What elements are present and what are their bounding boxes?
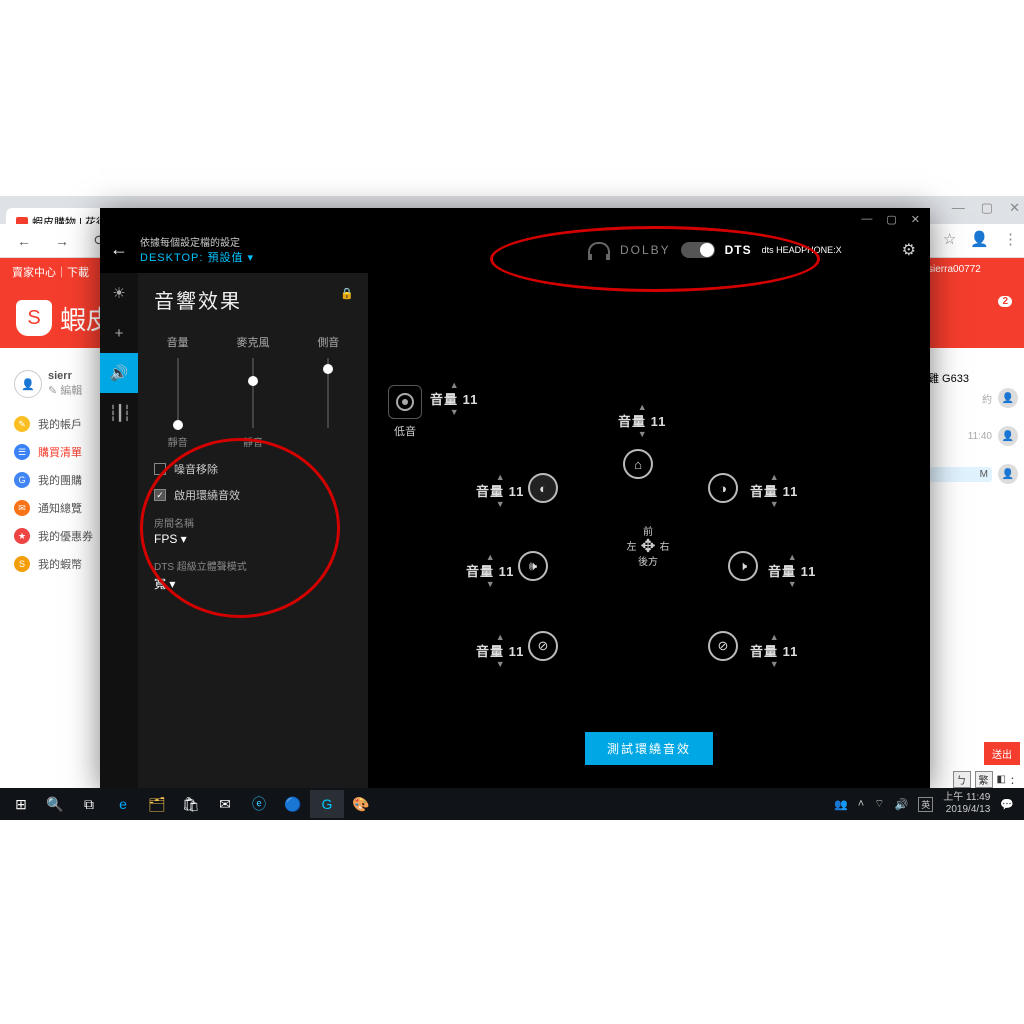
windows-taskbar[interactable]: ⊞ 🔍 ⧉ e 🗂 🛍 ✉ ⓔ 🔵 G 🎨 👥 ˄ ⌔ 🔊 英 上午 11:49… [0,788,1024,820]
speaker-center-icon[interactable]: ⌂ [623,449,653,479]
shopee-logo-icon: S [16,300,52,336]
people-icon[interactable]: 👥 [834,798,848,811]
bass-volume[interactable]: ▲音量 11▼ [430,381,478,416]
ghub-taskbar-icon[interactable]: G [310,790,344,818]
settings-gear-icon[interactable]: ⚙ [902,240,916,260]
start-button[interactable]: ⊞ [4,790,38,818]
vertical-tabs: ☀ + 🔊 ┆┃┆ [100,273,138,791]
ghub-titlebar: — ▢ ✕ [100,208,930,230]
ie-icon[interactable]: ⓔ [242,790,276,818]
store-icon[interactable]: 🛍 [174,790,208,818]
bass-control[interactable]: 低音 [388,385,422,439]
profile-label: 依據每個設定檔的設定 [140,234,254,249]
panel-title: 音響效果 [154,285,352,314]
avatar-icon: 👤 [14,370,42,398]
dts-mode-label: DTS 超級立體聲模式 [154,558,352,573]
dts-logo-icon: dts HEADPHONE:X [762,245,842,255]
speaker-rr-icon[interactable]: ⊘ [708,631,738,661]
system-tray[interactable]: 👥 ˄ ⌔ 🔊 英 上午 11:492019/4/13 💬 [834,792,1020,816]
cart-badge: 2 [996,294,1014,309]
acoustics-panel: 音響效果 🔒 音量靜音麥克風靜音側音 噪音移除 ✓啟用環繞音效 房間名稱 FPS… [138,273,368,791]
edge-icon[interactable]: e [106,790,140,818]
bass-icon [388,385,422,419]
minimize-button[interactable]: — [861,213,872,225]
vtab-brightness-icon[interactable]: ☀ [100,273,138,313]
chrome-icon[interactable]: 🔵 [276,790,310,818]
volume-slider[interactable]: 麥克風靜音 [229,334,276,449]
vtab-add[interactable]: + [100,313,138,353]
user-block[interactable]: 👤 sierr ✎ 編輯 [14,370,102,398]
nav-back-icon[interactable]: ← [10,233,38,249]
sidebar-item[interactable]: ☰購買清單 [14,444,102,460]
listener-position[interactable]: 前 左✥右 後方 [618,523,678,568]
speaker-fr-icon[interactable]: ◑ [708,473,738,503]
room-select[interactable]: FPS ▾ [154,532,352,546]
profile-selector[interactable]: DESKTOP: 預設值 ▾ [140,249,254,265]
ime-bar[interactable]: ㄅ繁◧： [953,770,1020,788]
sidebar-item[interactable]: G我的團購 [14,472,102,488]
taskbar-clock[interactable]: 上午 11:492019/4/13 [943,792,990,816]
send-button[interactable]: 送出 [984,742,1020,765]
sidebar-item[interactable]: ✎我的帳戶 [14,416,102,432]
surround-mode-toggle[interactable]: DOLBY DTS dts HEADPHONE:X [588,242,842,258]
test-surround-button[interactable]: 測試環繞音效 [585,732,713,765]
search-icon[interactable]: 🔍 [38,790,72,818]
wifi-icon[interactable]: ⌔ [874,797,884,811]
options-group: 噪音移除 ✓啟用環繞音效 房間名稱 FPS ▾ DTS 超級立體聲模式 寬 ▾ [154,461,352,592]
speaker-rl-icon[interactable]: ⊘ [528,631,558,661]
vtab-equalizer-icon[interactable]: ┆┃┆ [100,393,138,433]
surround-stage: 低音 ▲音量 11▼ ▲音量 11▼ ⌂ ▲音量 11▼ ◐ ◑ ▲音量 11▼… [368,273,930,791]
chat-column: 約👤 11:40👤 M👤 [930,370,1018,502]
browser-window-controls[interactable]: —▢✕ [952,200,1020,216]
sidebar-item[interactable]: ✉通知總覽 [14,500,102,516]
nav-forward-icon[interactable]: → [48,233,76,249]
mail-icon[interactable]: ✉ [208,790,242,818]
toggle-switch[interactable] [681,242,715,258]
sidebar-item[interactable]: ★我的優惠券 [14,528,102,544]
close-button[interactable]: ✕ [911,213,920,226]
ghub-window: — ▢ ✕ ← 依據每個設定檔的設定 DESKTOP: 預設值 ▾ DOLBY … [100,208,930,788]
maximize-button[interactable]: ▢ [886,213,896,226]
vtab-audio-icon[interactable]: 🔊 [100,353,138,393]
task-view-icon[interactable]: ⧉ [72,790,106,818]
volume-slider[interactable]: 側音 [305,334,352,449]
explorer-icon[interactable]: 🗂 [140,790,174,818]
speaker-fl-icon[interactable]: ◐ [528,473,558,503]
back-arrow-icon[interactable]: ← [108,239,130,260]
noise-removal-checkbox[interactable]: 噪音移除 [154,461,352,477]
browser-extensions[interactable]: ☆👤⋮ [943,230,1018,248]
speaker-sl-icon[interactable]: 🕪 [518,551,548,581]
volume-slider[interactable]: 音量靜音 [154,334,201,449]
enable-surround-checkbox[interactable]: ✓啟用環繞音效 [154,487,352,503]
move-arrows-icon: ✥ [640,539,655,553]
chat-avatar-icon: 👤 [998,388,1018,408]
volume-tray-icon[interactable]: 🔊 [895,798,909,811]
dts-mode-select[interactable]: 寬 ▾ [154,575,352,592]
sidebar-item[interactable]: S我的蝦幣 [14,556,102,572]
shopee-user-nav: 👤 sierr ✎ 編輯 ✎我的帳戶 ☰購買清單 G我的團購 ✉通知總覽 ★我的優惠券 S… [14,370,102,584]
room-label: 房間名稱 [154,515,352,530]
notifications-icon[interactable]: 💬 [1000,798,1014,811]
speaker-sr-icon[interactable]: 🕨 [728,551,758,581]
paint-icon[interactable]: 🎨 [344,790,378,818]
tray-up-icon[interactable]: ˄ [858,798,864,810]
headphone-icon [588,242,610,258]
lock-icon[interactable]: 🔒 [340,287,354,300]
